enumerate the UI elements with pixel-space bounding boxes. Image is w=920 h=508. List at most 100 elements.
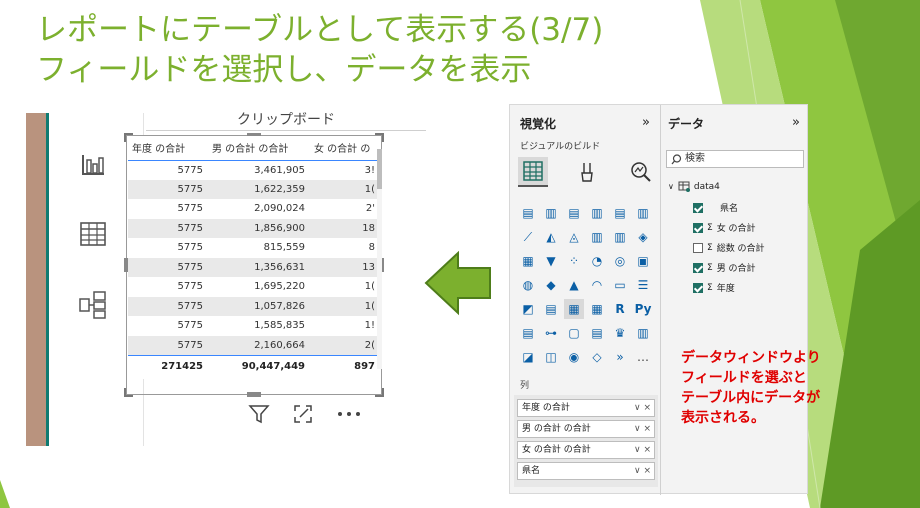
search-placeholder: 検索 xyxy=(685,153,705,164)
field-well-item[interactable]: 女 の合計 の合計 ∨ × xyxy=(517,441,655,459)
visualizations-pane-title: 視覚化 xyxy=(520,117,557,131)
table-visual-icon[interactable]: ▦ xyxy=(564,299,584,319)
table-row: 5775 2,090,024 2' xyxy=(128,199,380,219)
scatter-chart-icon[interactable]: ⁘ xyxy=(564,251,584,271)
field-well-item[interactable]: 年度 の合計 ∨ × xyxy=(517,399,655,417)
column-100-chart-icon[interactable]: ▥ xyxy=(633,203,653,223)
table-cell: 5775 xyxy=(177,242,203,254)
bar-chart-icon xyxy=(82,155,104,175)
qa-icon[interactable]: ▢ xyxy=(564,323,584,343)
report-view-button[interactable] xyxy=(49,151,137,179)
goals-icon[interactable]: ♛ xyxy=(610,323,630,343)
line-clustered-column-icon[interactable]: ▥ xyxy=(610,227,630,247)
format-tab[interactable] xyxy=(572,157,602,187)
waterfall-chart-icon[interactable]: ▦ xyxy=(518,251,538,271)
well-controls[interactable]: ∨ × xyxy=(634,442,651,458)
table-row: 5775 1,856,900 18 xyxy=(128,218,380,238)
table-cell: 1! xyxy=(364,320,375,332)
card-icon[interactable]: ▭ xyxy=(610,275,630,295)
filled-map-icon[interactable]: ◆ xyxy=(541,275,561,295)
collapse-data-button[interactable]: » xyxy=(792,115,800,130)
slicer-icon[interactable]: ▤ xyxy=(541,299,561,319)
model-view-button[interactable] xyxy=(49,290,137,320)
bar-100-chart-icon[interactable]: ▤ xyxy=(610,203,630,223)
scrollbar-thumb[interactable] xyxy=(377,149,382,189)
arcgis-icon[interactable]: ◉ xyxy=(564,347,584,367)
collapse-visualizations-button[interactable]: » xyxy=(642,115,650,130)
table-row: 5775 1,622,359 1( xyxy=(128,179,380,199)
filter-icon[interactable] xyxy=(248,403,270,425)
decomposition-tree-icon[interactable]: ⊶ xyxy=(541,323,561,343)
line-column-chart-icon[interactable]: ▥ xyxy=(587,227,607,247)
power-apps-icon[interactable]: ◪ xyxy=(518,347,538,367)
field-item[interactable]: Σ 男 の合計 xyxy=(693,261,756,274)
table-visual[interactable]: 年度 の合計 男 の合計 の合計 女 の合計 の 5775 3,461,905 3!… xyxy=(128,136,380,379)
field-item[interactable]: Σ 総数 の合計 xyxy=(693,241,765,254)
field-checkbox[interactable] xyxy=(693,242,703,253)
column-header[interactable]: 男 の合計 の合計 xyxy=(208,136,310,161)
resize-corner[interactable] xyxy=(124,388,133,397)
search-input[interactable]: 検索 xyxy=(666,150,804,168)
field-item[interactable]: Σ 年度 xyxy=(693,281,735,294)
fields-tab[interactable] xyxy=(518,157,548,187)
field-checkbox[interactable] xyxy=(693,222,703,233)
stacked-column-chart-icon[interactable]: ▥ xyxy=(541,203,561,223)
kpi-icon[interactable]: ◩ xyxy=(518,299,538,319)
column-header[interactable]: 年度 の合計 xyxy=(128,136,208,161)
pie-chart-icon[interactable]: ◔ xyxy=(587,251,607,271)
stacked-area-chart-icon[interactable]: ◬ xyxy=(564,227,584,247)
field-item[interactable]: Σ 女 の合計 xyxy=(693,221,756,234)
table-cell: 5775 xyxy=(177,320,203,332)
table-view-button[interactable] xyxy=(49,221,137,247)
paginated-report-icon[interactable]: ▥ xyxy=(633,323,653,343)
field-checkbox[interactable] xyxy=(693,282,703,293)
funnel-chart-icon[interactable]: ▼ xyxy=(541,251,561,271)
matrix-icon[interactable]: ▦ xyxy=(587,299,607,319)
field-well-item[interactable]: 男 の合計 の合計 ∨ × xyxy=(517,420,655,438)
table-node[interactable]: ∨ data4 xyxy=(668,181,720,192)
donut-chart-icon[interactable]: ◎ xyxy=(610,251,630,271)
table-cell: 5775 xyxy=(177,203,203,215)
gauge-icon[interactable]: ◠ xyxy=(587,275,607,295)
table-scrollbar[interactable] xyxy=(377,149,382,369)
field-well-item[interactable]: 県名 ∨ × xyxy=(517,462,655,480)
analytics-tab[interactable] xyxy=(626,157,656,187)
map-icon[interactable]: ◍ xyxy=(518,275,538,295)
power-automate-icon[interactable]: ◫ xyxy=(541,347,561,367)
chevron-double-icon[interactable]: » xyxy=(610,347,630,367)
build-visual-label: ビジュアルのビルド xyxy=(520,142,601,152)
focus-mode-icon[interactable] xyxy=(292,403,314,425)
table-cell: 13 xyxy=(310,257,380,277)
smart-narrative-icon[interactable]: ▤ xyxy=(587,323,607,343)
more-visuals-icon[interactable]: … xyxy=(633,347,653,367)
well-controls[interactable]: ∨ × xyxy=(634,421,651,437)
field-checkbox[interactable] xyxy=(693,202,703,213)
stacked-bar-chart-icon[interactable]: ▤ xyxy=(518,203,538,223)
clustered-bar-chart-icon[interactable]: ▤ xyxy=(564,203,584,223)
resize-corner[interactable] xyxy=(375,388,384,397)
well-controls[interactable]: ∨ × xyxy=(634,463,651,479)
well-controls[interactable]: ∨ × xyxy=(634,400,651,416)
field-checkbox[interactable] xyxy=(693,262,703,273)
multi-row-card-icon[interactable]: ☰ xyxy=(633,275,653,295)
r-visual-icon[interactable]: R xyxy=(610,299,630,319)
total-cell: 271425 xyxy=(128,354,208,377)
line-chart-icon[interactable]: ⟋ xyxy=(518,227,538,247)
azure-map-icon[interactable]: ▲ xyxy=(564,275,584,295)
more-options-icon[interactable] xyxy=(336,403,362,425)
area-chart-icon[interactable]: ◭ xyxy=(541,227,561,247)
field-item[interactable]: 県名 xyxy=(693,201,738,214)
python-visual-icon[interactable]: Py xyxy=(633,299,653,319)
clustered-column-chart-icon[interactable]: ▥ xyxy=(587,203,607,223)
treemap-icon[interactable]: ▣ xyxy=(633,251,653,271)
diamond-icon[interactable]: ◇ xyxy=(587,347,607,367)
resize-handle[interactable] xyxy=(247,392,261,397)
ribbon-chart-icon[interactable]: ◈ xyxy=(633,227,653,247)
callout-line: テーブル内にデータが xyxy=(681,390,821,406)
field-well-label: 女 の合計 の合計 xyxy=(522,445,591,455)
callout-line: データウィンドウより xyxy=(681,350,821,366)
column-header[interactable]: 女 の合計 の xyxy=(310,136,380,161)
field-well-label: 男 の合計 の合計 xyxy=(522,424,591,434)
key-influencers-icon[interactable]: ▤ xyxy=(518,323,538,343)
model-view-icon xyxy=(79,291,106,319)
